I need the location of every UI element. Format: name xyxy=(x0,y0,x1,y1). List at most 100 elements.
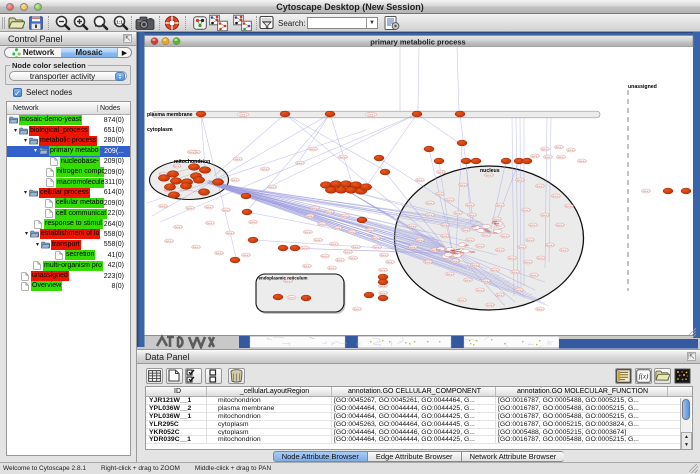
svg-text:Gene-t: Gene-t xyxy=(464,279,471,282)
svg-text:Gene-t: Gene-t xyxy=(321,255,328,258)
svg-text:Gene-t: Gene-t xyxy=(496,249,503,252)
svg-text:Gene-t: Gene-t xyxy=(304,231,311,234)
svg-text:Gene-t: Gene-t xyxy=(173,165,180,168)
svg-text:Gene-t: Gene-t xyxy=(314,239,321,242)
svg-text:Gene-t: Gene-t xyxy=(471,264,478,267)
svg-text:Gene-t: Gene-t xyxy=(386,261,393,264)
svg-text:Gene-t: Gene-t xyxy=(239,113,246,116)
svg-text:Gene-t: Gene-t xyxy=(303,265,310,268)
svg-text:Gene-t: Gene-t xyxy=(192,246,199,249)
svg-text:Gene-t: Gene-t xyxy=(501,235,508,238)
svg-text:Gene-t: Gene-t xyxy=(379,292,386,295)
svg-text:Gene-t: Gene-t xyxy=(565,205,572,208)
svg-text:Gene-t: Gene-t xyxy=(341,215,348,218)
svg-text:endoplasmic reticulum: endoplasmic reticulum xyxy=(259,276,308,281)
svg-text:Gene-t: Gene-t xyxy=(205,206,212,209)
svg-text:Gene-t: Gene-t xyxy=(215,252,222,255)
svg-text:Gene-t: Gene-t xyxy=(493,218,500,221)
svg-text:Gene-t: Gene-t xyxy=(206,222,213,225)
svg-text:Gene-t: Gene-t xyxy=(482,280,489,283)
svg-text:Gene-t: Gene-t xyxy=(234,158,241,161)
svg-text:Gene-t: Gene-t xyxy=(424,261,431,264)
svg-text:Gene-t: Gene-t xyxy=(437,171,444,174)
svg-text:Gene-t: Gene-t xyxy=(526,239,533,242)
svg-text:nucleus: nucleus xyxy=(480,168,500,174)
svg-text:Gene-t: Gene-t xyxy=(541,148,548,151)
svg-text:Gene-t: Gene-t xyxy=(541,214,548,217)
svg-text:Gene-t: Gene-t xyxy=(174,226,181,229)
svg-text:Gene-t: Gene-t xyxy=(348,231,355,234)
svg-text:Gene-t: Gene-t xyxy=(409,246,416,249)
svg-text:Gene-t: Gene-t xyxy=(511,271,518,274)
svg-text:Gene-t: Gene-t xyxy=(288,296,295,299)
svg-text:Gene-t: Gene-t xyxy=(508,257,515,260)
svg-text:plasma membrane: plasma membrane xyxy=(147,112,193,118)
svg-text:mitochondrion: mitochondrion xyxy=(174,159,210,165)
svg-text:Gene-t: Gene-t xyxy=(546,244,553,247)
svg-text:Gene-t: Gene-t xyxy=(379,269,386,272)
svg-text:Gene-t: Gene-t xyxy=(261,168,268,171)
svg-text:Gene-t: Gene-t xyxy=(536,185,543,188)
svg-text:Gene-t: Gene-t xyxy=(441,224,448,227)
svg-text:Gene-t: Gene-t xyxy=(353,308,360,311)
svg-text:Gene-t: Gene-t xyxy=(311,207,318,210)
svg-text:Gene-t: Gene-t xyxy=(231,179,238,182)
svg-text:Gene-t: Gene-t xyxy=(496,204,503,207)
svg-text:Gene-t: Gene-t xyxy=(330,243,337,246)
svg-text:Gene-t: Gene-t xyxy=(186,207,193,210)
svg-text:Gene-t: Gene-t xyxy=(379,285,386,288)
svg-text:Gene-t: Gene-t xyxy=(416,239,423,242)
svg-text:Gene-t: Gene-t xyxy=(557,156,564,159)
svg-text:Gene-t: Gene-t xyxy=(516,179,523,182)
svg-text:Gene-t: Gene-t xyxy=(529,224,536,227)
svg-text:Gene-t: Gene-t xyxy=(344,251,351,254)
svg-text:1:1: 1:1 xyxy=(116,19,123,24)
svg-text:Gene-t: Gene-t xyxy=(309,148,316,151)
svg-text:Gene-t: Gene-t xyxy=(188,151,195,154)
svg-text:Gene-t: Gene-t xyxy=(306,215,313,218)
svg-text:Gene-t: Gene-t xyxy=(349,257,356,260)
svg-text:Gene-t: Gene-t xyxy=(454,212,461,215)
svg-text:Gene-t: Gene-t xyxy=(466,204,473,207)
svg-text:Gene-t: Gene-t xyxy=(226,232,233,235)
svg-text:unassigned: unassigned xyxy=(628,84,657,90)
svg-text:Gene-t: Gene-t xyxy=(491,269,498,272)
svg-text:Gene-t: Gene-t xyxy=(536,308,543,311)
svg-text:Gene-t: Gene-t xyxy=(326,211,333,214)
svg-text:Gene-t: Gene-t xyxy=(578,160,585,163)
svg-text:Gene-t: Gene-t xyxy=(334,227,341,230)
svg-text:Gene-t: Gene-t xyxy=(476,289,483,292)
svg-text:Gene-t: Gene-t xyxy=(476,245,483,248)
svg-text:Gene-t: Gene-t xyxy=(352,246,359,249)
svg-text:Gene-t: Gene-t xyxy=(426,202,433,205)
svg-text:Gene-t: Gene-t xyxy=(436,193,443,196)
svg-text:Gene-t: Gene-t xyxy=(522,209,529,212)
svg-text:Gene-t: Gene-t xyxy=(268,186,275,189)
svg-text:Gene-t: Gene-t xyxy=(555,146,562,149)
svg-text:Gene-t: Gene-t xyxy=(249,221,256,224)
svg-text:Gene-t: Gene-t xyxy=(530,274,537,277)
svg-text:Gene-t: Gene-t xyxy=(441,235,448,238)
svg-text:Gene-t: Gene-t xyxy=(446,199,453,202)
svg-text:Gene-t: Gene-t xyxy=(339,156,346,159)
svg-text:Gene-t: Gene-t xyxy=(544,156,551,159)
svg-text:Gene-t: Gene-t xyxy=(408,225,415,228)
svg-text:Gene-t: Gene-t xyxy=(328,267,335,270)
svg-text:Gene-t: Gene-t xyxy=(242,254,249,257)
svg-text:Gene-t: Gene-t xyxy=(560,249,567,252)
svg-text:Gene-t: Gene-t xyxy=(367,113,374,116)
svg-text:f(x): f(x) xyxy=(638,372,648,380)
svg-text:primary metabolic process: primary metabolic process xyxy=(370,37,465,46)
svg-text:Gene-t: Gene-t xyxy=(524,261,531,264)
svg-text:Gene-t: Gene-t xyxy=(380,254,387,257)
svg-text:Gene-t: Gene-t xyxy=(318,223,325,226)
svg-text:Gene-t: Gene-t xyxy=(518,246,525,249)
svg-text:Gene-t: Gene-t xyxy=(486,304,493,307)
svg-text:Gene-t: Gene-t xyxy=(531,155,538,158)
svg-text:Gene-t: Gene-t xyxy=(301,247,308,250)
svg-text:Gene-t: Gene-t xyxy=(468,214,475,217)
svg-text:Gene-t: Gene-t xyxy=(466,239,473,242)
svg-text:Gene-t: Gene-t xyxy=(222,209,229,212)
svg-text:Gene-t: Gene-t xyxy=(462,229,469,232)
svg-text:Gene-t: Gene-t xyxy=(459,184,466,187)
